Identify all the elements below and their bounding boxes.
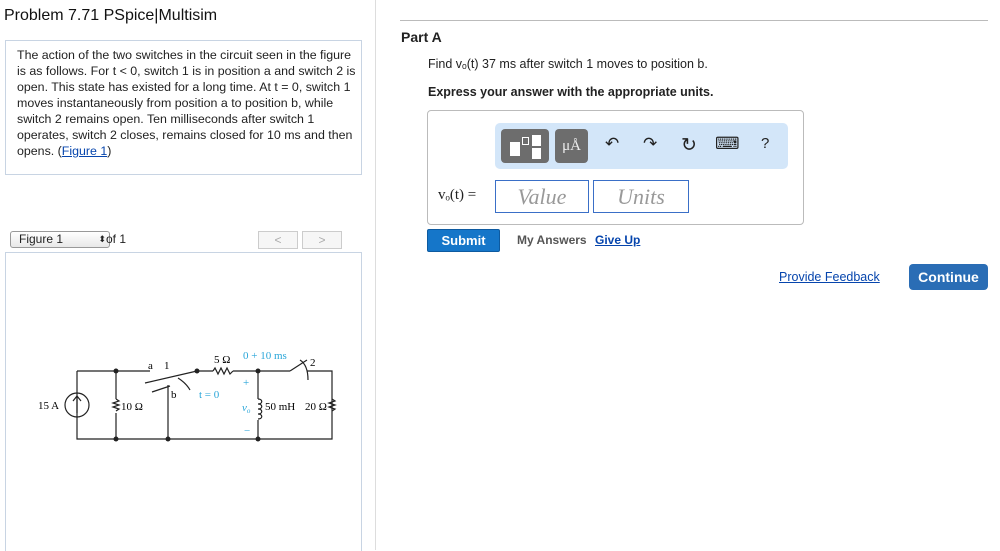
r1-label: 10 Ω — [121, 401, 143, 413]
minus-sign: − — [244, 425, 250, 437]
current-arrow-icon — [72, 395, 82, 413]
terminal-a: a — [148, 360, 153, 372]
switch-2-label: 2 — [310, 357, 316, 369]
help-icon[interactable]: ? — [761, 135, 769, 152]
source-label: 15 A — [38, 400, 59, 412]
instruction-text: Express your answer with the appropriate… — [428, 85, 714, 99]
switch-arrow-icon — [299, 359, 309, 381]
undo-icon[interactable]: ↶ — [605, 134, 619, 154]
part-label: Part A — [401, 29, 442, 45]
panel-divider — [375, 0, 376, 550]
circuit-diagram: 15 A 10 Ω a 1 b t = 0 5 Ω 0 + 10 ms 2 + … — [38, 350, 337, 442]
continue-button[interactable]: Continue — [909, 264, 988, 290]
answer-box: μÅ ↶ ↷ ↻ ⌨ ? vₒ(t) = Value Units — [427, 110, 804, 225]
units-button[interactable]: μÅ — [555, 129, 588, 163]
give-up-link[interactable]: Give Up — [595, 233, 640, 247]
provide-feedback-link[interactable]: Provide Feedback — [779, 270, 880, 284]
value-input[interactable]: Value — [495, 180, 589, 213]
templates-button[interactable] — [501, 129, 549, 163]
terminal-b: b — [171, 389, 177, 401]
plus-sign: + — [243, 377, 249, 389]
question-text: Find vₒ(t) 37 ms after switch 1 moves to… — [428, 57, 708, 71]
switch-1-time: t = 0 — [199, 389, 220, 401]
switch-1-label: 1 — [164, 360, 170, 372]
math-toolbar: μÅ ↶ ↷ ↻ ⌨ ? — [495, 123, 788, 169]
r2-label: 5 Ω — [214, 354, 230, 366]
submit-button[interactable]: Submit — [427, 229, 500, 252]
inductor — [257, 398, 263, 420]
inductor-label: 50 mH — [265, 401, 295, 413]
r3-label: 20 Ω — [305, 401, 327, 413]
redo-icon[interactable]: ↷ — [643, 134, 657, 154]
answer-label: vₒ(t) = — [438, 187, 477, 203]
keyboard-icon[interactable]: ⌨ — [715, 134, 740, 154]
switch-arrow-icon — [177, 377, 191, 391]
units-input[interactable]: Units — [593, 180, 689, 213]
my-answers-link[interactable]: My Answers — [517, 233, 587, 247]
switch-2-time: 0 + 10 ms — [243, 350, 287, 362]
resistor-10-ohm — [111, 398, 121, 412]
resistor-5-ohm — [212, 366, 234, 376]
vo-label: vo — [242, 402, 251, 415]
divider — [400, 20, 988, 21]
reset-icon[interactable]: ↻ — [681, 134, 697, 157]
